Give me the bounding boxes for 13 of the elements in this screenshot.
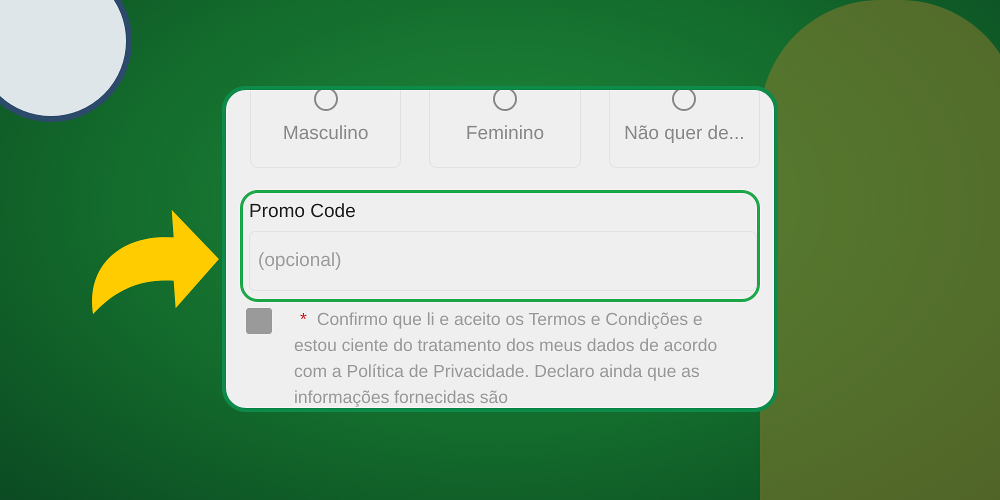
radio-button[interactable] [314,90,338,111]
radio-button[interactable] [492,90,517,111]
terms-text: * Confirmo que li e aceito os Termos e Condições e estou ciente do tratamento dos meus dados de acordo com a Política de Privacidade. Declaro ainda que as informações fornecidas são [294,308,718,408]
radio-button[interactable] [672,90,696,111]
gender-label: Feminino [466,123,544,145]
field-label: Promo Code [249,201,357,223]
terms-checkbox[interactable] [246,308,272,334]
promo-code-input-field[interactable]: (opcional) [249,231,757,291]
gender-option[interactable]: Masculino [250,90,402,168]
gender-label: Masculino [282,123,368,145]
gender-label: Não quer de... [624,123,745,145]
gender-option[interactable]: Feminino [429,90,581,168]
gender-option[interactable]: Não quer de... [608,90,760,168]
